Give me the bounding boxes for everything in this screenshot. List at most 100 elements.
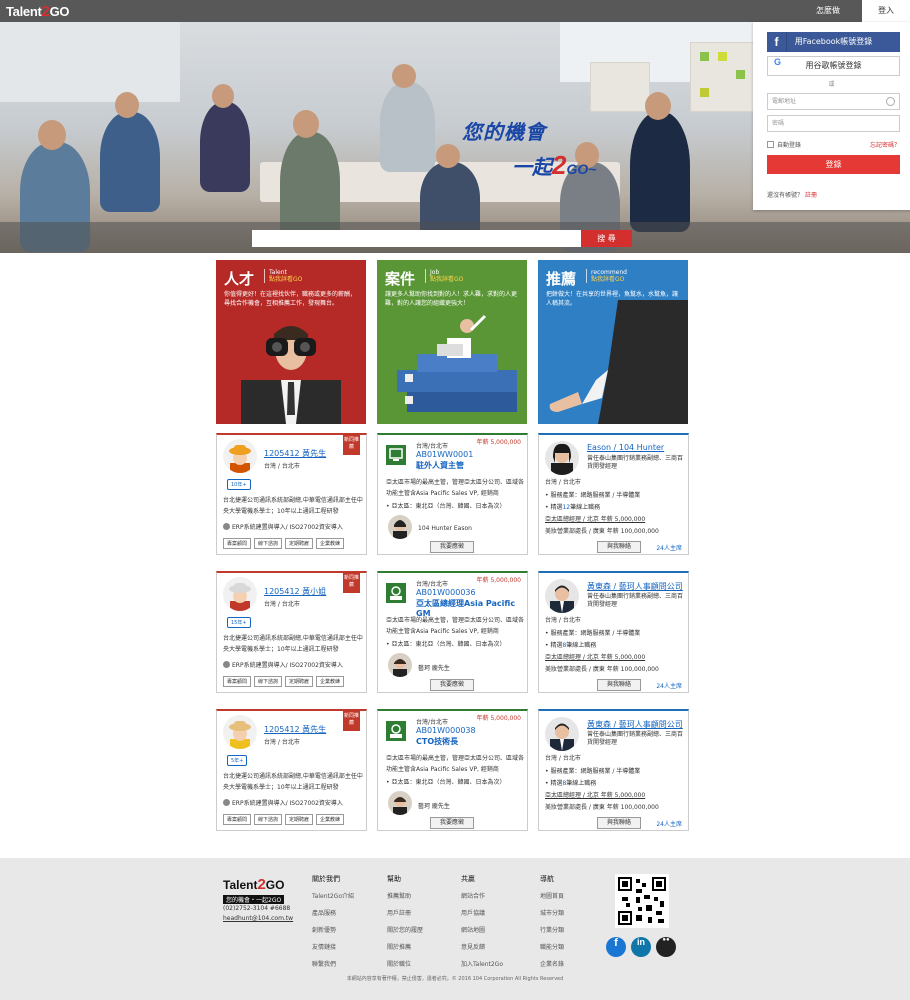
search-button[interactable]: 搜 尋 <box>581 230 632 247</box>
footer-link[interactable]: 意見反饋 <box>461 942 503 951</box>
job-title-link[interactable]: 駐外人資主管 <box>416 460 464 471</box>
footer-email-link[interactable]: headhunt@104.com.tw <box>223 915 293 922</box>
google-login-button[interactable]: G 用谷歌帳號登錄 <box>767 56 900 76</box>
tag-project-consultant[interactable]: 專案顧問 <box>223 676 252 687</box>
footer-link[interactable]: 職能分類 <box>540 942 564 951</box>
facebook-icon[interactable]: f <box>606 937 626 957</box>
recommender-job-link[interactable]: 亞太區總經理 / 北京 年薪 5,000,000 <box>545 514 645 523</box>
job-code[interactable]: AB01W000036 <box>416 588 476 597</box>
recommender-photo <box>545 717 579 751</box>
job-code[interactable]: AB01WW0001 <box>416 450 473 459</box>
facebook-login-button[interactable]: f 用Facebook帳號登錄 <box>767 32 900 52</box>
footer-link[interactable]: 友情鏈接 <box>312 942 354 951</box>
footer-link[interactable]: 用戶協議 <box>461 908 503 917</box>
recommender-name-link[interactable]: 黃東森 / 藝珂人事顧問公司 <box>587 581 683 592</box>
recommender-industry: • 服務產業：網路服務業 / 半導體業 <box>545 768 641 775</box>
footer-link[interactable]: 產品服務 <box>312 908 354 917</box>
recommender-job-link[interactable]: 美妝營業部處長 / 廣東 年薪 100,000,000 <box>545 526 659 535</box>
footer-link[interactable]: 推薦幫助 <box>387 891 423 900</box>
talent-description: 台北捷運公司通訊系統部副總,中華電信通訊部主任中央大學電機系學士；10年以上通訊… <box>223 635 363 653</box>
recommender-job-count: • 精選8筆線上職務 <box>545 642 597 649</box>
login-submit-button[interactable]: 登錄 <box>767 155 900 174</box>
login-tab[interactable]: 登入 <box>862 0 910 22</box>
talent-card[interactable]: 1205412 黃先生 台灣 / 台北市 新同推薦 10年+ 台北捷運公司通訊系… <box>216 433 367 555</box>
talent-name-link[interactable]: 1205412 黃先生 <box>264 448 326 459</box>
tag-project-consultant[interactable]: 專案顧問 <box>223 538 252 549</box>
footer-link[interactable]: 關於職位 <box>387 959 423 968</box>
recommender-job-link[interactable]: 美妝營業部處長 / 廣東 年薪 100,000,000 <box>545 664 659 673</box>
forum-icon[interactable]: ●● <box>656 937 676 957</box>
contact-me-button[interactable]: 與我聯絡 <box>597 679 641 691</box>
category-talent-banner[interactable]: 人才 Talent 點我詳看GO 你值得更好！在這裡找伙伴，職務或更多的薪酬，尋找… <box>216 260 366 424</box>
tag-regular-hire[interactable]: 定期聘雇 <box>285 676 314 687</box>
talent-card[interactable]: 1205412 黃小姐 台灣 / 台北市 新同推薦 15年+ 台北捷運公司通訊系… <box>216 571 367 693</box>
recommender-name-link[interactable]: 黃東森 / 藝珂人事顧問公司 <box>587 719 683 730</box>
contact-me-button[interactable]: 與我聯絡 <box>597 817 641 829</box>
recommender-job-link[interactable]: 亞太區總經理 / 北京 年薪 5,000,000 <box>545 790 645 799</box>
tag-regular-hire[interactable]: 定期聘雇 <box>285 814 314 825</box>
talent-skill: ERP系統建置與導入/ ISO27002資安導入 <box>223 522 343 531</box>
footer-link[interactable]: 城市分類 <box>540 908 564 917</box>
register-link[interactable]: 註冊 <box>805 192 817 199</box>
site-logo[interactable]: Talent2GO <box>6 3 69 20</box>
service-tags: 專案顧問 線下諮詢 定期聘雇 企業教練 <box>223 538 365 549</box>
job-card[interactable]: 年薪 5,000,000 台灣/台北市 AB01WW0001 駐外人資主管 亞太… <box>377 433 528 555</box>
footer-link[interactable]: 關於您的履歷 <box>387 925 423 934</box>
tag-business-coach[interactable]: 企業教練 <box>316 814 345 825</box>
job-code[interactable]: AB01W000038 <box>416 726 476 735</box>
footer-link[interactable]: Talent2Go介紹 <box>312 891 354 900</box>
tag-project-consultant[interactable]: 專案顧問 <box>223 814 252 825</box>
recommender-job-link[interactable]: 美妝營業部處長 / 廣東 年薪 100,000,000 <box>545 802 659 811</box>
footer-col-navigation: 導航 地圖首頁 城市分類 行業分類 職能分類 企業名錄 <box>540 874 564 976</box>
footer-link[interactable]: 關於推薦 <box>387 942 423 951</box>
tag-offline-consult[interactable]: 線下諮詢 <box>254 538 283 549</box>
how-it-works-link[interactable]: 怎麼做 <box>804 5 852 16</box>
footer-link[interactable]: 創新優勢 <box>312 925 354 934</box>
new-recommend-badge: 新同推薦 <box>343 711 360 731</box>
job-icon <box>386 721 406 741</box>
tag-regular-hire[interactable]: 定期聘雇 <box>285 538 314 549</box>
talent-name-link[interactable]: 1205412 黃先生 <box>264 724 326 735</box>
search-input[interactable] <box>252 230 581 247</box>
remember-me-checkbox[interactable]: 自動登錄 <box>767 140 801 149</box>
footer-logo[interactable]: Talent2GO <box>223 876 284 893</box>
tag-offline-consult[interactable]: 線下諮詢 <box>254 814 283 825</box>
footer-link[interactable]: 企業名錄 <box>540 959 564 968</box>
talent-card[interactable]: 1205412 黃先生 台灣 / 台北市 新同推薦 5年+ 台北捷運公司通訊系統… <box>216 709 367 831</box>
recommender-card[interactable]: 黃東森 / 藝珂人事顧問公司 曾任泰山集團行銷業務副總、三商百貨開發經理 台灣 … <box>538 709 689 831</box>
job-card[interactable]: 年薪 5,000,000 台灣/台北市 AB01W000036 亞太區總經理As… <box>377 571 528 693</box>
apply-button[interactable]: 我要應徵 <box>430 679 474 691</box>
footer-col-heading: 幫助 <box>387 875 401 883</box>
footer-link[interactable]: 加入Talent2Go <box>461 959 503 968</box>
forgot-password-link[interactable]: 忘記密碼？ <box>870 140 900 149</box>
footer-col-help: 幫助 推薦幫助 用戶註冊 關於您的履歷 關於推薦 關於職位 <box>387 874 423 976</box>
linkedin-icon[interactable]: in <box>631 937 651 957</box>
footer-link[interactable]: 聯繫我們 <box>312 959 354 968</box>
footer-link[interactable]: 網站地圖 <box>461 925 503 934</box>
email-field[interactable]: 電郵地址 <box>767 93 900 110</box>
category-desc: 你值得更好！在這裡找伙伴，職務或更多的薪酬，尋找合作機會，互相推薦工作，發現舞台… <box>224 291 357 307</box>
apply-button[interactable]: 我要應徵 <box>430 817 474 829</box>
contact-me-button[interactable]: 與我聯絡 <box>597 541 641 553</box>
job-card[interactable]: 年薪 5,000,000 台灣/台北市 AB01W000038 CTO技術長 亞… <box>377 709 528 831</box>
password-field[interactable]: 密碼 <box>767 115 900 132</box>
footer-link[interactable]: 行業分類 <box>540 925 564 934</box>
footer-link[interactable]: 網站合作 <box>461 891 503 900</box>
recruiter-avatar <box>388 653 412 677</box>
category-recommend-banner[interactable]: 推薦 recommend 點我詳看GO 把餅做大！在共享的世界裡，魚幫水，水幫魚，… <box>538 260 688 424</box>
talent-name-link[interactable]: 1205412 黃小姐 <box>264 586 326 597</box>
recommender-job-link[interactable]: 亞太區總經理 / 北京 年薪 5,000,000 <box>545 652 645 661</box>
recommender-name-link[interactable]: Eason / 104 Hunter <box>587 443 664 452</box>
tag-business-coach[interactable]: 企業教練 <box>316 676 345 687</box>
tag-business-coach[interactable]: 企業教練 <box>316 538 345 549</box>
qr-code-icon <box>615 874 669 928</box>
recommender-card[interactable]: 黃東森 / 藝珂人事顧問公司 曾任泰山集團行銷業務副總、三商百貨開發經理 台灣 … <box>538 571 689 693</box>
tag-offline-consult[interactable]: 線下諮詢 <box>254 676 283 687</box>
apply-button[interactable]: 我要應徵 <box>430 541 474 553</box>
footer-link[interactable]: 地圖首頁 <box>540 891 564 900</box>
recommender-card[interactable]: Eason / 104 Hunter 曾任泰山集團行銷業務副總、三商百貨開發經理… <box>538 433 689 555</box>
recommender-location: 台灣 / 台北市 <box>545 617 581 624</box>
job-title-link[interactable]: CTO技術長 <box>416 736 458 747</box>
footer-link[interactable]: 用戶註冊 <box>387 908 423 917</box>
category-job-banner[interactable]: 案件 Job 點我詳看GO 讓更多人幫助你找到對的人！求人難，求對的人更難，對的人… <box>377 260 527 424</box>
